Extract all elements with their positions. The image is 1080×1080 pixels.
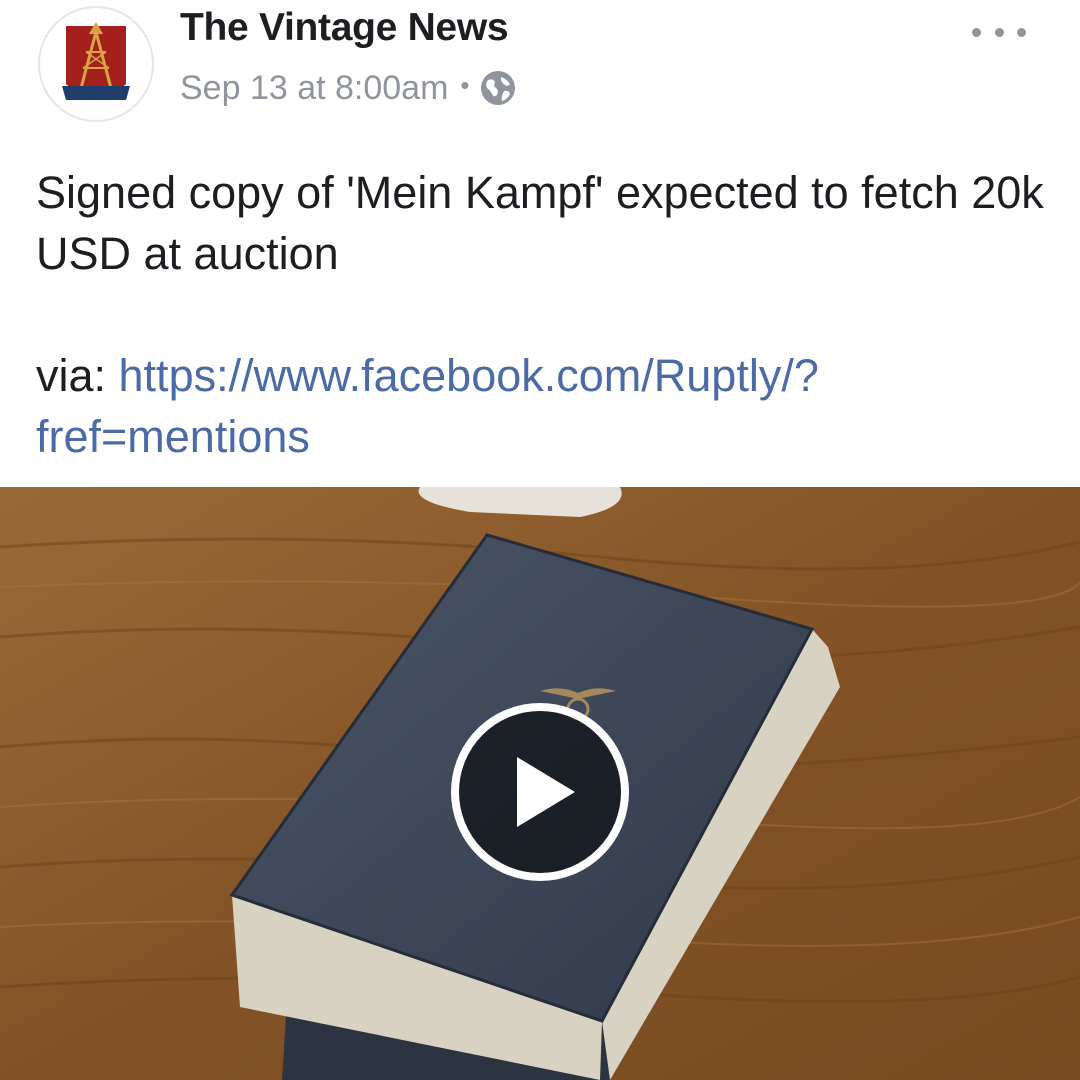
meta-separator: •	[460, 69, 470, 100]
post-body: Signed copy of 'Mein Kampf' expected to …	[36, 162, 1046, 467]
source-link-line2: fref=mentions	[36, 411, 310, 462]
play-button[interactable]	[451, 703, 629, 881]
page-name[interactable]: The Vintage News	[180, 6, 509, 50]
more-options-button[interactable]	[972, 20, 1026, 44]
post-message: Signed copy of 'Mein Kampf' expected to …	[36, 167, 1044, 279]
ellipsis-dot	[972, 27, 981, 37]
vintage-news-logo	[62, 22, 130, 100]
post-via: via: https://www.facebook.com/Ruptly/? fr…	[36, 345, 1046, 467]
ellipsis-dot	[1017, 27, 1026, 37]
page-avatar[interactable]	[38, 6, 154, 122]
source-link[interactable]: https://www.facebook.com/Ruptly/? fref=me…	[36, 350, 819, 462]
post-timestamp[interactable]: Sep 13 at 8:00am	[180, 69, 448, 108]
source-link-line1: https://www.facebook.com/Ruptly/?	[118, 350, 819, 401]
globe-icon	[480, 71, 515, 105]
via-label: via:	[36, 350, 119, 401]
post-header: The Vintage News Sep 13 at 8:00am •	[0, 0, 1080, 140]
ellipsis-dot	[994, 27, 1004, 37]
post-meta: Sep 13 at 8:00am •	[180, 66, 516, 110]
